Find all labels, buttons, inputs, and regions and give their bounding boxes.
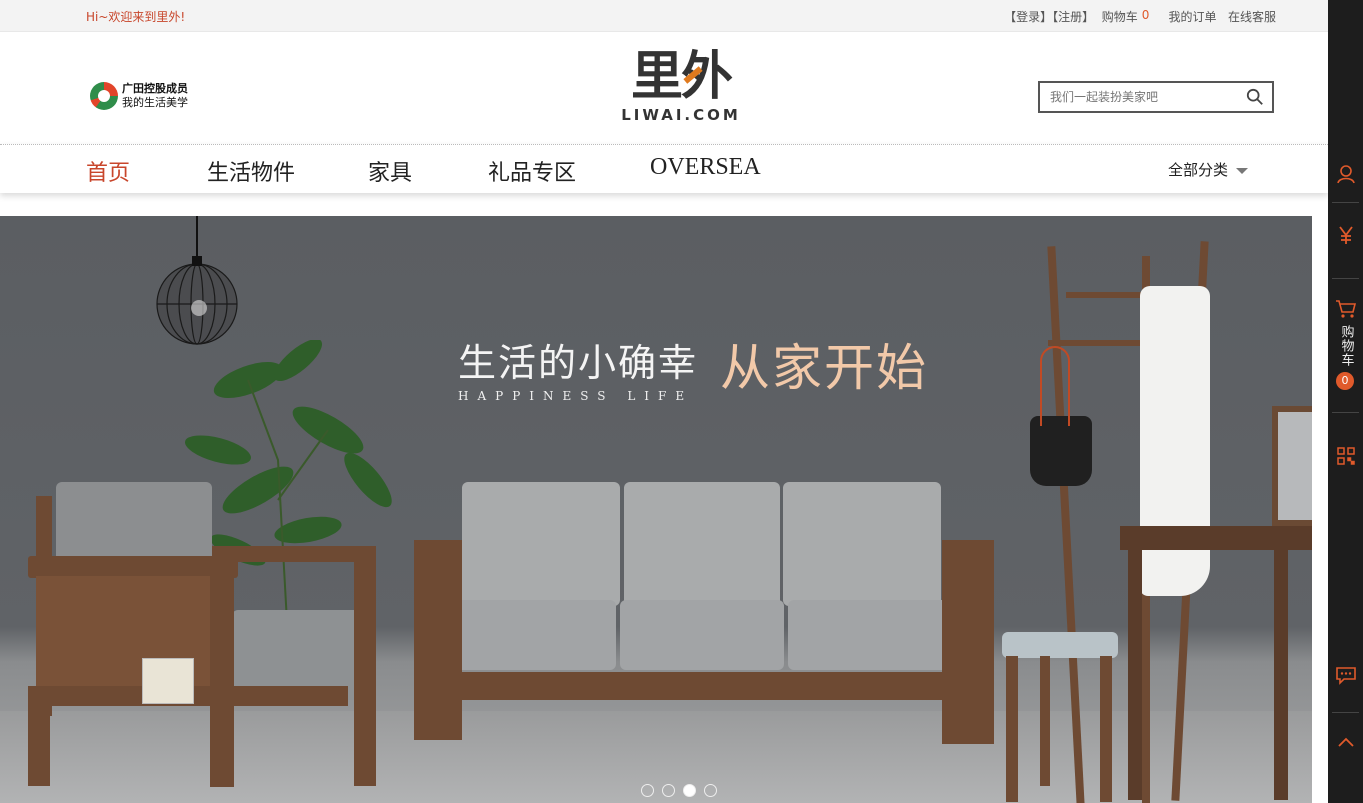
logo-cn: 里外 <box>630 47 733 107</box>
main-nav: 首页 生活物件 家具 礼品专区 OVERSEA 全部分类 <box>0 144 1328 193</box>
banner-headline-en: HAPPINESS LIFE <box>458 389 694 403</box>
sidebar-cart-count: 0 <box>1336 372 1354 390</box>
back-to-top-icon[interactable] <box>1328 732 1363 752</box>
carousel-dot-1[interactable] <box>641 784 654 797</box>
group-line2: 我的生活美学 <box>122 96 188 109</box>
search-input[interactable] <box>1040 83 1230 111</box>
all-categories-label: 全部分类 <box>1168 161 1229 179</box>
login-link[interactable]: 登录 <box>1016 8 1040 25</box>
carousel-dot-4[interactable] <box>704 784 717 797</box>
header: 广田控股成员 我的生活美学 里外 LIWAI.COM <box>0 32 1328 144</box>
group-line1: 广田控股成员 <box>122 82 188 95</box>
search-icon[interactable] <box>1246 88 1264 106</box>
nav-item-furniture[interactable]: 家具 <box>368 155 412 187</box>
group-badge: 广田控股成员 我的生活美学 <box>90 82 188 110</box>
banner-headline-cn: 生活的小确幸 <box>458 341 699 385</box>
cart-icon[interactable] <box>1328 298 1363 320</box>
group-logo-icon <box>90 82 118 110</box>
top-links: 【 登录 】【 注册 】 购物车 0 我的订单 在线客服 <box>1004 8 1276 25</box>
banner-headline: 生活的小确幸 HAPPINESS LIFE <box>458 332 698 403</box>
nav-item-oversea[interactable]: OVERSEA <box>650 154 761 181</box>
carousel-dots <box>641 784 717 797</box>
service-link[interactable]: 在线客服 <box>1228 8 1276 25</box>
yen-icon[interactable] <box>1328 222 1363 248</box>
hero-banner[interactable]: 生活的小确幸 HAPPINESS LIFE 从家开始 <box>0 216 1312 803</box>
logo-en: LIWAI.COM <box>621 106 741 124</box>
sidebar-cart-label[interactable]: 购物车 <box>1328 325 1363 372</box>
top-bar: Hi~欢迎来到里外! 【 登录 】【 注册 】 购物车 0 我的订单 在线客服 <box>0 0 1328 32</box>
user-icon[interactable] <box>1328 162 1363 186</box>
qrcode-icon[interactable] <box>1328 445 1363 467</box>
carousel-dot-2[interactable] <box>662 784 675 797</box>
nav-item-gifts[interactable]: 礼品专区 <box>488 155 576 187</box>
chevron-down-icon <box>1236 167 1249 174</box>
mirror <box>1272 406 1312 526</box>
register-link[interactable]: 注册 <box>1058 8 1082 25</box>
banner-headline-accent: 从家开始 <box>720 339 928 397</box>
cart-count: 0 <box>1141 8 1150 22</box>
carousel-dot-3[interactable] <box>683 784 696 797</box>
nav-item-living[interactable]: 生活物件 <box>207 155 295 187</box>
lamp-cord <box>196 216 198 256</box>
pendant-lamp-icon <box>156 256 238 345</box>
search-box <box>1038 81 1274 113</box>
welcome-text: Hi~欢迎来到里外! <box>86 10 186 24</box>
book-icon <box>142 658 194 704</box>
cart-link[interactable]: 购物车 <box>1102 8 1138 25</box>
chat-icon[interactable] <box>1328 663 1363 687</box>
site-logo[interactable]: 里外 LIWAI.COM <box>620 50 742 130</box>
nav-item-home[interactable]: 首页 <box>86 155 130 187</box>
orders-link[interactable]: 我的订单 <box>1169 8 1217 25</box>
bag-icon <box>1030 416 1092 486</box>
right-sidebar: 购物车 0 <box>1328 0 1363 803</box>
all-categories-dropdown[interactable]: 全部分类 <box>1168 159 1249 180</box>
